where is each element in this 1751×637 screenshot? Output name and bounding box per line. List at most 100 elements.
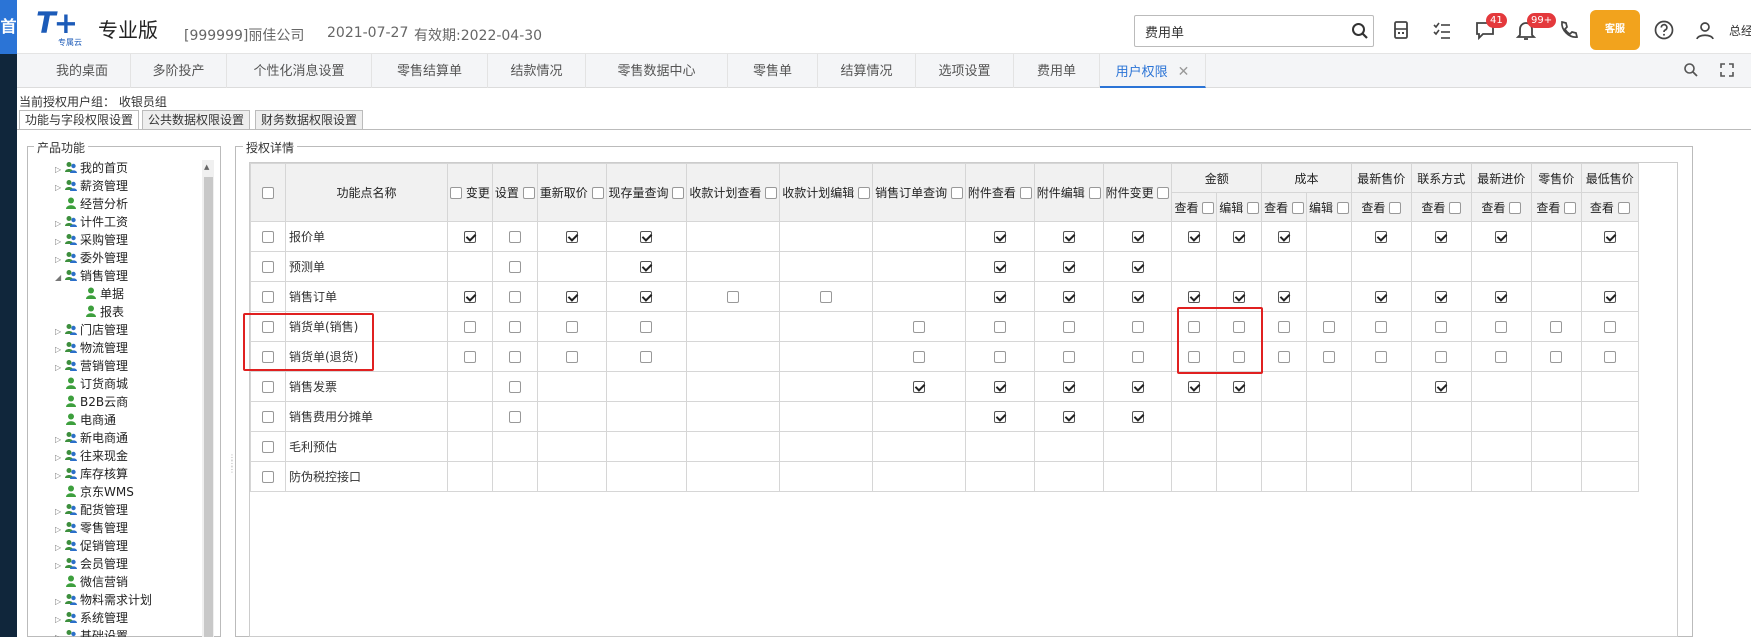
column-select-checkbox[interactable] [950,187,963,199]
permission-checkbox[interactable] [1188,230,1201,243]
tree-node[interactable]: ▷ 物料需求计划 [55,591,205,609]
tree-node[interactable]: B2B云商 [55,393,205,411]
column-select-checkbox[interactable] [1019,187,1032,199]
column-select-checkbox[interactable] [591,187,604,199]
permission-checkbox[interactable] [1188,380,1201,393]
user-name[interactable]: 总经 [1729,22,1751,39]
tab-retail-order[interactable]: 零售单 [728,54,818,88]
permission-checkbox[interactable] [565,350,578,363]
permission-checkbox[interactable] [508,350,521,363]
permission-checkbox[interactable] [1278,350,1291,363]
tree-node[interactable]: ▷ 往来现金 [55,447,205,465]
permission-checkbox[interactable] [463,290,476,303]
permission-checkbox[interactable] [1375,350,1388,363]
permission-checkbox[interactable] [1131,320,1144,333]
permission-checkbox[interactable] [912,350,925,363]
message-button[interactable]: 41 [1474,13,1507,41]
row-select-checkbox[interactable] [262,410,274,423]
column-select-checkbox[interactable] [1291,201,1304,214]
permission-checkbox[interactable] [640,290,653,303]
notification-button[interactable]: 99+ [1515,13,1557,41]
permission-checkbox[interactable] [463,230,476,243]
permission-checkbox[interactable] [1062,410,1075,423]
panel-splitter[interactable]: ⋮ ⋮ ⋮ [228,454,236,479]
permission-checkbox[interactable] [1495,320,1508,333]
permission-checkbox[interactable] [508,230,521,243]
tab-expense[interactable]: 费用单 [1014,54,1100,88]
permission-checkbox[interactable] [508,320,521,333]
tree-node[interactable]: ▷ 配货管理 [55,501,205,519]
column-select-checkbox[interactable] [1088,187,1101,199]
permission-checkbox[interactable] [1062,350,1075,363]
permission-checkbox[interactable] [820,290,833,303]
permission-checkbox[interactable] [993,320,1006,333]
permission-checkbox[interactable] [1603,290,1616,303]
permission-checkbox[interactable] [1435,350,1448,363]
permission-checkbox[interactable] [508,260,521,273]
column-select-checkbox[interactable] [858,187,871,199]
permission-checkbox[interactable] [1375,230,1388,243]
tree-node[interactable]: ▷ 库存核算 [55,465,205,483]
row-select-checkbox[interactable] [262,470,274,483]
permission-checkbox[interactable] [508,380,521,393]
permission-checkbox[interactable] [1233,230,1246,243]
permission-checkbox[interactable] [463,350,476,363]
permission-checkbox[interactable] [1603,320,1616,333]
tab-options[interactable]: 选项设置 [916,54,1014,88]
permission-checkbox[interactable] [1495,350,1508,363]
permission-checkbox[interactable] [1435,320,1448,333]
column-select-checkbox[interactable] [1564,201,1577,214]
permission-checkbox[interactable] [565,230,578,243]
tree-node[interactable]: 单据 [55,285,205,303]
permission-checkbox[interactable] [1131,230,1144,243]
permission-checkbox[interactable] [993,350,1006,363]
permission-checkbox[interactable] [1435,380,1448,393]
close-icon[interactable]: ✕ [1178,64,1190,80]
customer-service-button[interactable]: 客服 [1590,10,1640,50]
permission-checkbox[interactable] [912,380,925,393]
tree-node[interactable]: 订货商城 [55,375,205,393]
row-select-checkbox[interactable] [262,260,274,273]
column-select-checkbox[interactable] [672,187,685,199]
tree-node[interactable]: ▷ 零售管理 [55,519,205,537]
permission-checkbox[interactable] [1233,380,1246,393]
permission-checkbox[interactable] [463,320,476,333]
permission-checkbox[interactable] [1278,320,1291,333]
phone-icon[interactable] [1557,19,1579,41]
permission-checkbox[interactable] [1495,290,1508,303]
permission-checkbox[interactable] [1131,260,1144,273]
permission-checkbox[interactable] [1550,350,1563,363]
tab-message-settings[interactable]: 个性化消息设置 [227,54,372,88]
permission-checkbox[interactable] [1435,230,1448,243]
permission-checkbox[interactable] [1278,230,1291,243]
column-select-checkbox[interactable] [522,187,535,199]
tree-node[interactable]: 电商通 [55,411,205,429]
fullscreen-icon[interactable] [1719,62,1735,78]
tree-scroll-thumb[interactable] [204,177,213,637]
calculator-icon[interactable] [1390,19,1412,41]
tab-settlement-status[interactable]: 结算情况 [818,54,916,88]
tree-node[interactable]: ▷ 基础设置 [55,627,205,637]
tree-node[interactable]: ▷ 营销管理 [55,357,205,375]
permission-checkbox[interactable] [1375,290,1388,303]
permission-checkbox[interactable] [1062,290,1075,303]
permission-checkbox[interactable] [1435,290,1448,303]
row-select-checkbox[interactable] [262,290,274,303]
permission-checkbox[interactable] [1131,410,1144,423]
tree-node[interactable]: ▷ 会员管理 [55,555,205,573]
permission-checkbox[interactable] [1062,380,1075,393]
permission-checkbox[interactable] [1062,230,1075,243]
permission-checkbox[interactable] [1131,350,1144,363]
permission-checkbox[interactable] [1062,260,1075,273]
permission-checkbox[interactable] [565,290,578,303]
permission-checkbox[interactable] [1495,230,1508,243]
column-select-checkbox[interactable] [1202,201,1215,214]
search-icon[interactable] [1351,22,1369,40]
permission-checkbox[interactable] [1550,320,1563,333]
permission-checkbox[interactable] [1375,320,1388,333]
column-select-checkbox[interactable] [765,187,778,199]
tree-node[interactable]: 报表 [55,303,205,321]
permission-checkbox[interactable] [565,320,578,333]
tab-retail-data-center[interactable]: 零售数据中心 [586,54,728,88]
subtab-finance-data[interactable]: 财务数据权限设置 [255,110,364,130]
